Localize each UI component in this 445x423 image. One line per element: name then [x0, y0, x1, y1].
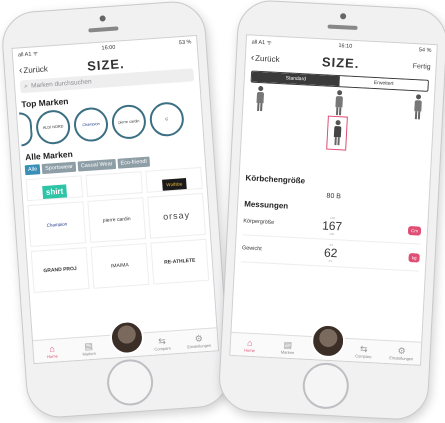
gear-icon: ⚙	[194, 332, 204, 344]
filter-casual-wear[interactable]: Casual Wear	[77, 158, 116, 172]
clock: 16:00	[101, 44, 116, 52]
size-logo: SIZE.	[321, 53, 360, 71]
brands-screen: all A1 ᯤ 16:00 53 % ‹ Zurück SIZE. ⌕ Mark…	[11, 34, 220, 365]
tag-icon: ▤	[84, 340, 94, 352]
brand-grid: shirt Wolfsbe Champion pierre cardin ors…	[25, 166, 210, 293]
brand-circle-next[interactable]: C	[148, 101, 185, 138]
tab-compare[interactable]: ⇆ Compare	[143, 331, 181, 356]
brand-circle-champion[interactable]: Champion	[72, 106, 110, 143]
brand-tile-shirt[interactable]: shirt	[25, 175, 84, 202]
avatar[interactable]	[310, 323, 347, 359]
weight-label: Gewicht	[241, 245, 262, 253]
phone-left: all A1 ᯤ 16:00 53 % ‹ Zurück SIZE. ⌕ Mark…	[0, 0, 232, 420]
done-button[interactable]: Fertig	[413, 62, 431, 70]
brand-tile-orsay[interactable]: orsay	[147, 192, 206, 239]
brand-tile-blank[interactable]	[85, 171, 143, 197]
battery: 54 %	[418, 47, 432, 54]
gear-icon: ⚙	[397, 345, 407, 356]
compare-icon: ⇆	[157, 335, 167, 346]
phone-right: all A1 ᯤ 16:10 54 % ‹ Zurück SIZE. Fertig…	[217, 0, 445, 422]
battery: 53 %	[178, 39, 192, 47]
selected-body-shape[interactable]	[326, 115, 348, 151]
brand-tile-champion[interactable]: Champion	[27, 201, 87, 248]
carrier: all A1 ᯤ	[17, 51, 39, 59]
chevron-left-icon: ‹	[250, 52, 255, 64]
tab-home[interactable]: ⌂ Home	[33, 339, 71, 364]
height-picker[interactable]: 168 167 166	[322, 215, 343, 236]
filter-sportswear[interactable]: Sportswear	[41, 161, 77, 175]
height-label: Körpergröße	[243, 218, 275, 226]
filter-eco-friendly[interactable]: Eco-friendl	[117, 156, 151, 169]
tab-home[interactable]: ⌂ Home	[230, 333, 269, 357]
weight-picker[interactable]: 63 62 61	[324, 243, 338, 264]
brand-circle-partial[interactable]	[18, 111, 34, 147]
brand-circle-aldi[interactable]: ALDI NORD	[34, 109, 72, 146]
tab-marken[interactable]: ▤ Marken	[268, 335, 307, 359]
brand-tile-wolfsbe[interactable]: Wolfsbe	[145, 166, 203, 193]
home-button[interactable]	[301, 361, 350, 411]
tab-bar: ⌂ Home ▤ Marken ⇆ Compare ⚙ Einstellungen	[32, 319, 219, 364]
back-button[interactable]: ‹ Zurück	[251, 52, 280, 64]
back-label: Zurück	[254, 53, 280, 64]
tag-icon: ▤	[283, 339, 293, 350]
avatar[interactable]	[108, 319, 146, 356]
profile-screen: all A1 ᯤ 16:10 54 % ‹ Zurück SIZE. Fertig…	[229, 34, 438, 366]
body-shape-option[interactable]	[334, 90, 343, 116]
body-shape-option[interactable]	[255, 85, 264, 112]
home-icon: ⌂	[246, 337, 253, 348]
back-label: Zurück	[23, 63, 49, 75]
carrier: all A1 ᯤ	[251, 39, 272, 47]
clock: 16:10	[338, 43, 353, 50]
brand-circle-pierre-cardin[interactable]: pierre cardin	[110, 103, 148, 141]
search-placeholder: Marken durchsuchen	[30, 78, 92, 90]
home-icon: ⌂	[48, 343, 55, 354]
compare-icon: ⇆	[359, 343, 368, 354]
brand-tile-grand[interactable]: GRAND PROJ	[30, 247, 90, 293]
size-logo: SIZE.	[86, 55, 126, 74]
height-unit-button[interactable]: Cm	[407, 225, 422, 236]
segment-erweitert[interactable]: Erweitert	[339, 76, 428, 91]
filter-all[interactable]: Alle	[24, 164, 41, 176]
tab-settings[interactable]: ⚙ Einstellungen	[382, 341, 421, 365]
weight-unit-button[interactable]: kg	[408, 252, 420, 263]
segment-standard[interactable]: Standard	[251, 71, 341, 87]
tab-profile[interactable]	[306, 323, 347, 361]
tab-profile[interactable]	[106, 319, 146, 358]
speaker	[88, 26, 119, 33]
tab-marken[interactable]: ▤ Marken	[70, 336, 108, 361]
front-camera	[99, 15, 106, 22]
tab-settings[interactable]: ⚙ Einstellungen	[180, 328, 218, 353]
brand-tile-reathlete[interactable]: RE-ATHLETE	[150, 238, 210, 285]
search-icon: ⌕	[23, 82, 29, 90]
speaker	[327, 24, 358, 31]
back-button[interactable]: ‹ Zurück	[19, 63, 48, 76]
body-figure-icon	[332, 119, 341, 146]
tab-bar: ⌂ Home ▤ Marken ⇆ Compare ⚙ Einstellungen	[230, 323, 422, 365]
home-button[interactable]	[105, 357, 155, 407]
tab-compare[interactable]: ⇆ Compare	[344, 339, 383, 363]
front-camera	[340, 13, 347, 20]
body-shape-option[interactable]	[413, 94, 422, 120]
brand-tile-imaima[interactable]: IMAIMA	[90, 242, 150, 289]
brand-tile-pierre-cardin[interactable]: pierre cardin	[87, 197, 147, 243]
